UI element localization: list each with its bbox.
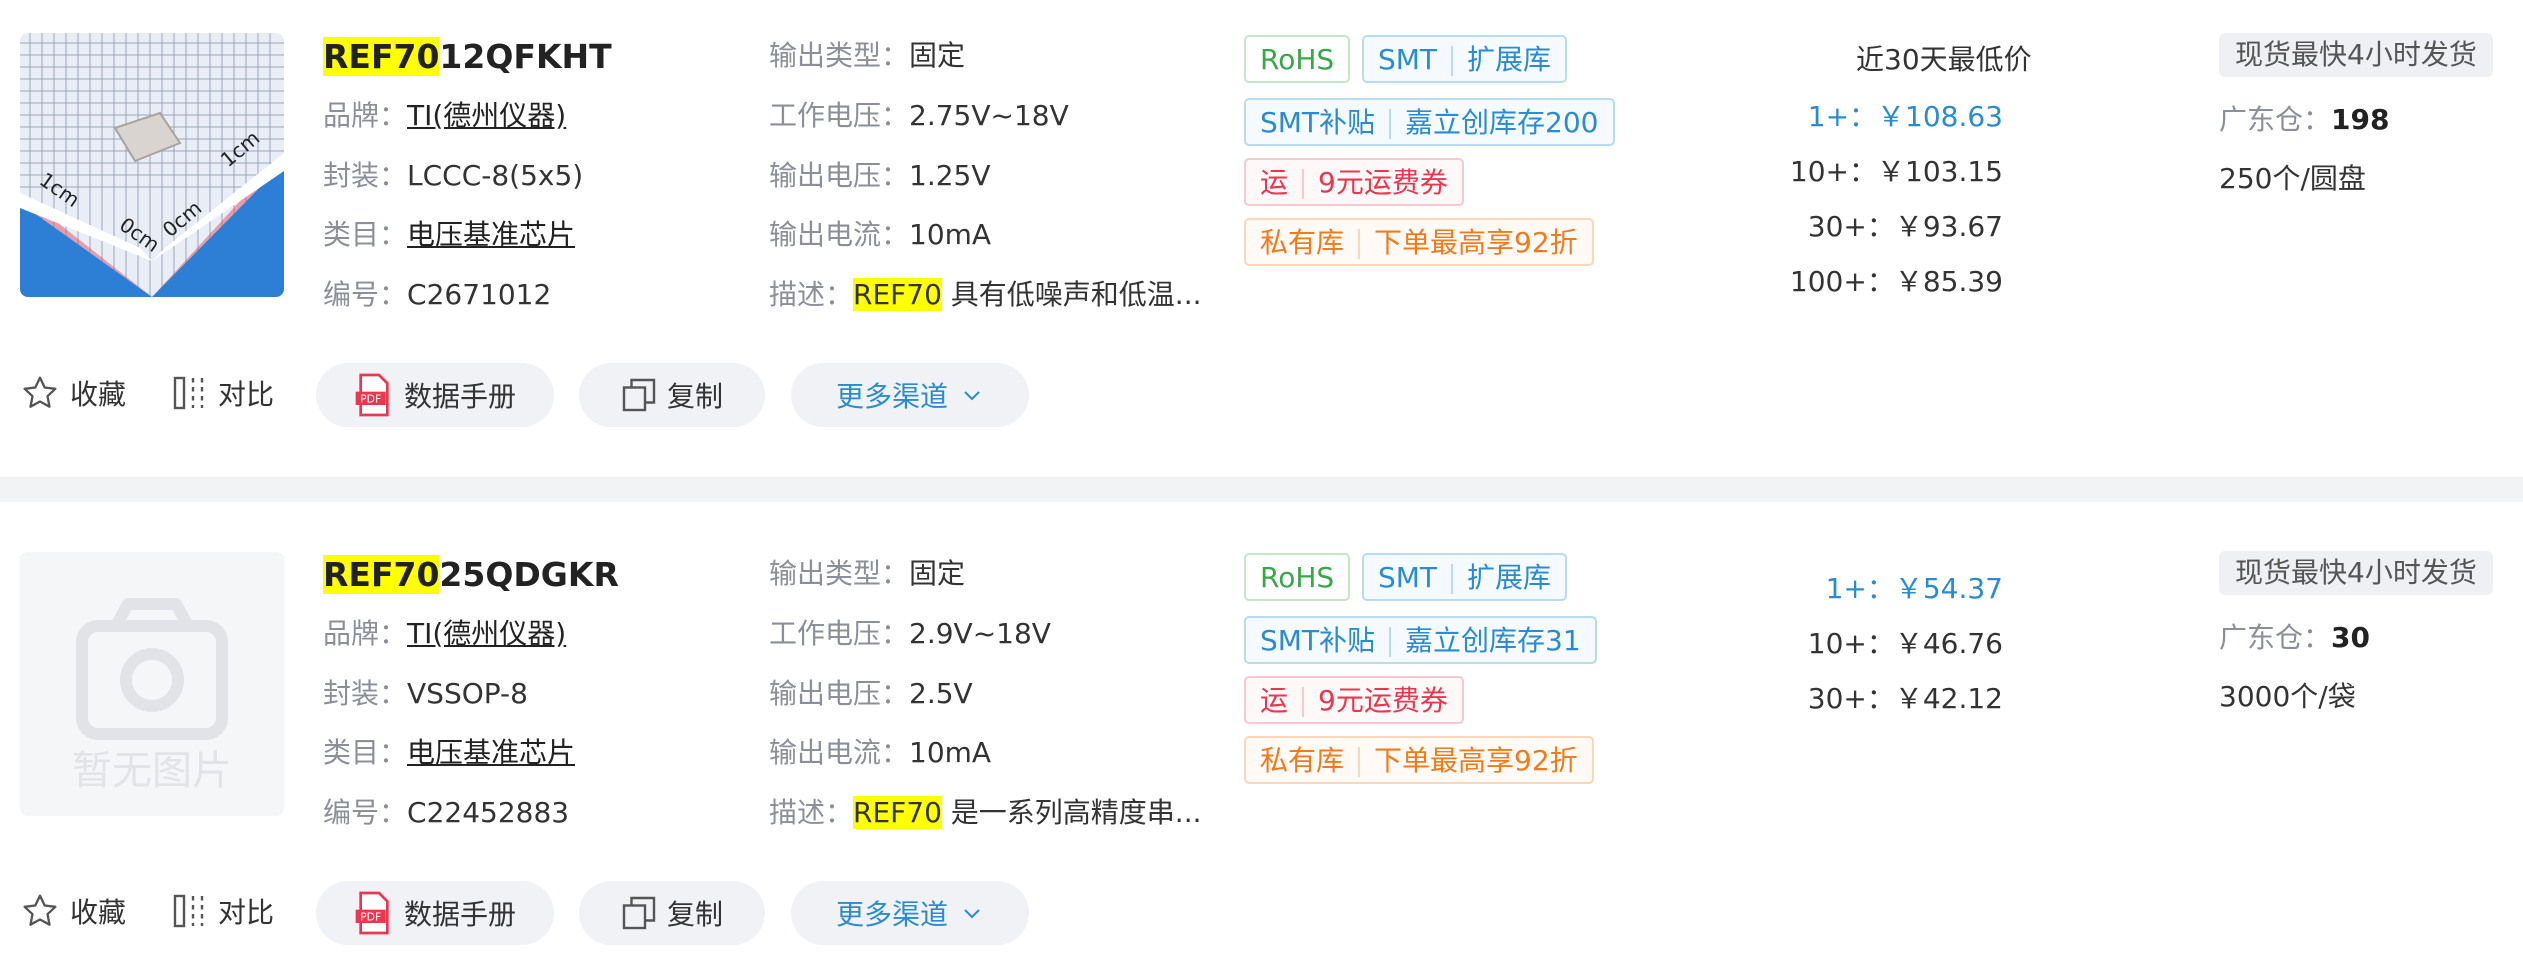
more-channels-button[interactable]: 更多渠道 xyxy=(791,363,1029,427)
category-link[interactable]: 电压基准芯片 xyxy=(407,218,575,251)
voltage-row: 工作电压：2.75V~18V xyxy=(769,99,1069,132)
favorite-button[interactable]: 收藏 xyxy=(20,891,126,931)
desc-row: 描述：REF70 具有低噪声和低温... xyxy=(769,278,1202,311)
private-lib-tag[interactable]: 私有库 下单最高享92折 xyxy=(1244,218,1594,266)
brand-row: 品牌：TI(德州仪器) xyxy=(323,617,567,650)
product-name[interactable]: REF7012QFKHT xyxy=(323,33,612,81)
svg-text:PDF: PDF xyxy=(360,393,381,406)
price-tier: 30+：￥42.12 xyxy=(1807,682,2003,715)
favorite-button[interactable]: 收藏 xyxy=(20,373,126,413)
datasheet-button[interactable]: PDF 数据手册 xyxy=(316,881,554,945)
private-lib-tag[interactable]: 私有库 下单最高享92折 xyxy=(1244,736,1594,784)
name-rest: 25QDGKR xyxy=(439,555,619,594)
price-tier: 1+：￥108.63 xyxy=(1807,100,2003,133)
warehouse-stock: 广东仓：198 xyxy=(2219,103,2390,136)
svg-text:PDF: PDF xyxy=(360,911,381,924)
price-tier: 1+：￥54.37 xyxy=(1825,572,2003,605)
copy-icon xyxy=(622,378,656,412)
copy-button[interactable]: 复制 xyxy=(579,363,765,427)
star-icon xyxy=(23,376,57,408)
product-name[interactable]: REF7025QDGKR xyxy=(323,551,619,599)
name-highlight: REF70 xyxy=(323,37,440,76)
no-image-label: 暂无图片 xyxy=(72,748,232,794)
chevron-down-icon xyxy=(964,909,980,919)
out-current-row: 输出电流：10mA xyxy=(769,218,992,251)
code-row: 编号：C22452883 xyxy=(323,796,570,829)
out-voltage-row: 输出电压：1.25V xyxy=(769,159,991,192)
copy-button[interactable]: 复制 xyxy=(579,881,765,945)
brand-link[interactable]: TI(德州仪器) xyxy=(407,617,566,650)
voltage-row: 工作电压：2.9V~18V xyxy=(769,617,1051,650)
smt-ext-tag: SMT 扩展库 xyxy=(1362,35,1568,83)
copy-icon xyxy=(622,896,656,930)
category-row: 类目：电压基准芯片 xyxy=(323,218,576,251)
brand-row: 品牌：TI(德州仪器) xyxy=(323,99,567,132)
name-rest: 12QFKHT xyxy=(439,37,612,76)
product-card: 1cm 1cm 0cm 0cm REF7012QFKHT 品牌：TI(德州仪器)… xyxy=(0,0,2523,480)
compare-icon xyxy=(173,894,204,928)
product-image-placeholder[interactable]: 暂无图片 xyxy=(20,552,284,816)
category-row: 类目：电压基准芯片 xyxy=(323,736,576,769)
product-image[interactable]: 1cm 1cm 0cm 0cm xyxy=(20,33,284,297)
star-icon xyxy=(23,894,57,926)
warehouse-stock: 广东仓：30 xyxy=(2219,621,2370,654)
out-current-row: 输出电流：10mA xyxy=(769,736,992,769)
coupon-tag[interactable]: 运 9元运费券 xyxy=(1244,158,1464,206)
smt-stock-tag: SMT补贴 嘉立创库存200 xyxy=(1244,98,1615,146)
packaging: 250个/圆盘 xyxy=(2219,162,2366,195)
price-tier: 30+：￥93.67 xyxy=(1807,210,2003,243)
package-row: 封装：VSSOP-8 xyxy=(323,677,528,710)
smt-stock-tag: SMT补贴 嘉立创库存31 xyxy=(1244,616,1597,664)
output-type-row: 输出类型：固定 xyxy=(769,557,966,590)
compare-button[interactable]: 对比 xyxy=(172,891,274,931)
desc-row: 描述：REF70 是一系列高精度串... xyxy=(769,796,1202,829)
package-row: 封装：LCCC-8(5x5) xyxy=(323,159,584,192)
price-tier: 10+：￥46.76 xyxy=(1807,627,2003,660)
chevron-down-icon xyxy=(964,391,980,401)
out-voltage-row: 输出电压：2.5V xyxy=(769,677,973,710)
datasheet-button[interactable]: PDF 数据手册 xyxy=(316,363,554,427)
price-tier: 10+：￥103.15 xyxy=(1789,155,2003,188)
price-title: 近30天最低价 xyxy=(1856,43,2032,76)
category-link[interactable]: 电压基准芯片 xyxy=(407,736,575,769)
fast-ship-badge: 现货最快4小时发货 xyxy=(2219,33,2493,77)
fast-ship-badge: 现货最快4小时发货 xyxy=(2219,551,2493,595)
pdf-icon: PDF xyxy=(355,373,389,417)
compare-icon xyxy=(173,376,204,410)
coupon-tag[interactable]: 运 9元运费券 xyxy=(1244,676,1464,724)
packaging: 3000个/袋 xyxy=(2219,680,2356,713)
rohs-tag: RoHS xyxy=(1244,35,1351,83)
product-card: 暂无图片 REF7025QDGKR 品牌：TI(德州仪器) 封装：VSSOP-8… xyxy=(0,502,2523,958)
brand-link[interactable]: TI(德州仪器) xyxy=(407,99,566,132)
price-tier: 100+：￥85.39 xyxy=(1789,265,2003,298)
rohs-tag: RoHS xyxy=(1244,553,1351,601)
smt-ext-tag: SMT 扩展库 xyxy=(1362,553,1568,601)
card-divider xyxy=(0,477,2523,502)
name-highlight: REF70 xyxy=(323,555,440,594)
more-channels-button[interactable]: 更多渠道 xyxy=(791,881,1029,945)
output-type-row: 输出类型：固定 xyxy=(769,39,966,72)
code-row: 编号：C2671012 xyxy=(323,278,552,311)
pdf-icon: PDF xyxy=(355,891,389,935)
compare-button[interactable]: 对比 xyxy=(172,373,274,413)
